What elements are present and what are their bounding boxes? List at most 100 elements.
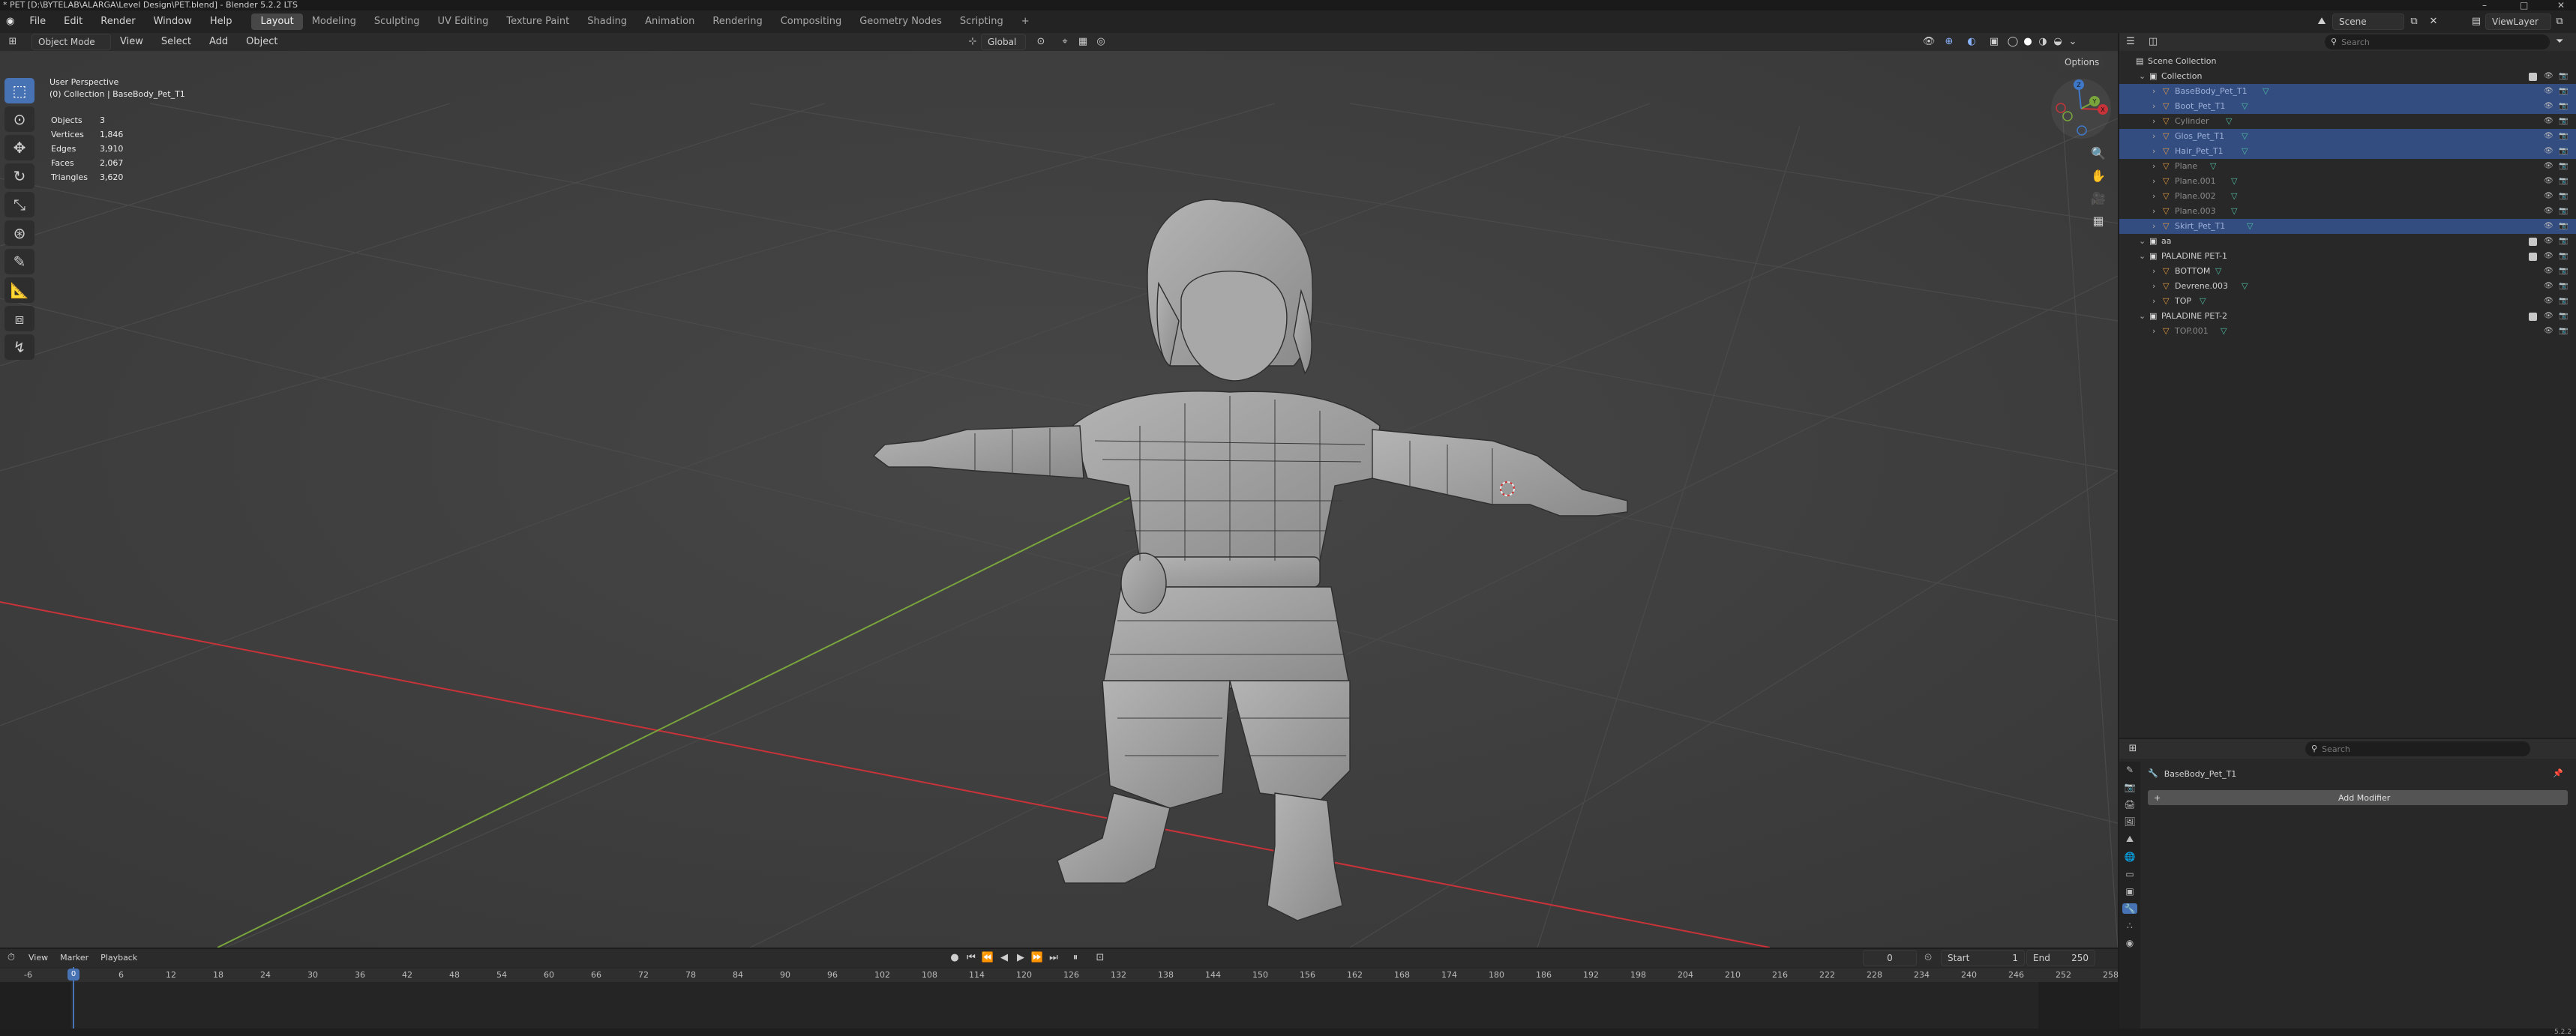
mesh-data-icon[interactable]: ▽ — [2242, 131, 2248, 142]
end-frame-field[interactable]: End 250 — [2026, 950, 2095, 966]
modifier-tab-icon[interactable]: 🔧 — [2122, 903, 2138, 914]
expand-toggle-icon[interactable]: › — [2152, 296, 2155, 307]
outliner-row[interactable]: ⌄ ▣ PALADINE PET-1 👁 📷 — [2119, 249, 2576, 264]
object-tab-icon[interactable]: ▣ — [2125, 886, 2134, 897]
expand-toggle-icon[interactable]: › — [2152, 221, 2155, 232]
rotate-tool[interactable]: ↻ — [4, 163, 34, 189]
blender-logo-icon[interactable]: ◉ — [0, 10, 20, 33]
render-camera-icon[interactable]: 📷 — [2559, 131, 2568, 142]
outliner-row[interactable]: › ▽ Plane.002 ▽ 👁 📷 — [2119, 189, 2576, 204]
render-camera-icon[interactable]: 📷 — [2559, 161, 2568, 172]
visibility-eye-icon[interactable]: 👁 — [2544, 101, 2554, 112]
render-camera-icon[interactable]: 📷 — [2559, 251, 2568, 262]
expand-toggle-icon[interactable]: › — [2152, 266, 2155, 277]
tool-tab-icon[interactable]: ✎ — [2126, 765, 2134, 775]
menu-render[interactable]: Render — [91, 10, 144, 33]
shading-solid-icon[interactable]: ● — [2020, 34, 2035, 50]
play-reverse-icon[interactable]: ◀ — [996, 950, 1012, 966]
render-camera-icon[interactable]: 📷 — [2559, 116, 2568, 127]
mesh-data-icon[interactable]: ▽ — [2231, 206, 2237, 217]
visibility-eye-icon[interactable]: 👁 — [2544, 161, 2554, 172]
visibility-icon[interactable]: 👁 — [1920, 34, 1938, 50]
mesh-data-icon[interactable]: ▽ — [2242, 281, 2248, 292]
render-camera-icon[interactable]: 📷 — [2559, 266, 2568, 277]
visibility-eye-icon[interactable]: 👁 — [2544, 311, 2554, 322]
orientation-dropdown[interactable]: Global — [981, 34, 1026, 50]
render-camera-icon[interactable]: 📷 — [2559, 146, 2568, 157]
scene-tab-icon[interactable]: ⛰ — [2126, 834, 2134, 845]
scene-name[interactable]: Scene — [2332, 13, 2404, 30]
current-frame-field[interactable]: 0 — [1863, 950, 1917, 966]
exclude-checkbox[interactable] — [2529, 253, 2537, 261]
overlay-toggle-icon[interactable]: ◐ — [1960, 34, 1983, 50]
tab-modeling[interactable]: Modeling — [303, 13, 365, 30]
scale-tool[interactable]: ⤡ — [4, 192, 34, 217]
outliner-row[interactable]: › ▽ BOTTOM ▽ 👁 📷 — [2119, 264, 2576, 279]
mesh-data-icon[interactable]: ▽ — [2210, 161, 2216, 172]
visibility-eye-icon[interactable]: 👁 — [2544, 266, 2554, 277]
ortho-grid-icon[interactable]: ▦ — [2088, 210, 2109, 231]
record-icon[interactable]: ● — [946, 950, 963, 966]
view-layer-tab-icon[interactable]: 🖼 — [2124, 816, 2135, 827]
transform-tool[interactable]: ⊛ — [4, 220, 34, 246]
zoom-icon[interactable]: 🔍 — [2088, 142, 2109, 163]
render-camera-icon[interactable]: 📷 — [2559, 206, 2568, 217]
mode-dropdown[interactable]: Object Mode — [31, 34, 111, 50]
mesh-data-icon[interactable]: ▽ — [2247, 221, 2253, 232]
tab-layout[interactable]: Layout — [251, 13, 303, 30]
timeline-menu-playback[interactable]: Playback — [94, 949, 143, 967]
measure-tool[interactable]: 📐 — [4, 277, 34, 303]
visibility-eye-icon[interactable]: 👁 — [2544, 131, 2554, 142]
tab-rendering[interactable]: Rendering — [703, 13, 771, 30]
menu-help[interactable]: Help — [201, 10, 241, 33]
start-frame-field[interactable]: Start 1 — [1941, 950, 2025, 966]
move-tool[interactable]: ✥ — [4, 135, 34, 160]
outliner-row[interactable]: ⌄ ▣ Collection 👁 📷 — [2119, 69, 2576, 84]
viewport-3d[interactable] — [0, 51, 2118, 948]
output-tab-icon[interactable]: 🖨 — [2124, 799, 2135, 810]
timeline-menu-view[interactable]: View — [22, 949, 54, 967]
shading-material-icon[interactable]: ◑ — [2035, 34, 2050, 50]
outliner-editor-icon[interactable]: ☰ — [2119, 34, 2142, 50]
mesh-data-icon[interactable]: ▽ — [2231, 176, 2237, 187]
tab-sculpting[interactable]: Sculpting — [365, 13, 429, 30]
viewport-menu-object[interactable]: Object — [237, 33, 286, 51]
render-tab-icon[interactable]: 📷 — [2125, 782, 2136, 792]
expand-toggle-icon[interactable]: › — [2152, 326, 2155, 337]
menu-window[interactable]: Window — [145, 10, 201, 33]
expand-toggle-icon[interactable]: ⌄ — [2139, 236, 2146, 247]
outliner-row[interactable]: › ▽ BaseBody_Pet_T1 ▽ 👁 📷 — [2119, 84, 2576, 99]
preview-range-icon[interactable]: ⏲ — [1924, 950, 1932, 966]
render-camera-icon[interactable]: 📷 — [2559, 86, 2568, 97]
tab-uv-editing[interactable]: UV Editing — [429, 13, 498, 30]
expand-toggle-icon[interactable]: › — [2152, 176, 2155, 187]
outliner-row[interactable]: › ▽ Skirt_Pet_T1 ▽ 👁 📷 — [2119, 219, 2576, 234]
properties-editor-icon[interactable]: ⊞ — [2119, 741, 2146, 757]
expand-toggle-icon[interactable]: › — [2152, 101, 2155, 112]
xray-icon[interactable]: ▣ — [1983, 34, 2005, 50]
outliner-row[interactable]: ⌄ ▣ aa 👁 📷 — [2119, 234, 2576, 249]
minimize-button[interactable]: – — [2482, 0, 2487, 10]
pin-icon[interactable]: 📌 — [2553, 765, 2563, 782]
render-camera-icon[interactable]: 📷 — [2559, 326, 2568, 337]
frame-ruler[interactable]: -6 0 6 12 18 24 30 36 42 48 54 60 66 72 78 84 90 96 102 108… — [0, 969, 2119, 982]
shading-options-icon[interactable]: ⌄ — [2065, 34, 2080, 50]
navigation-gizmo[interactable]: X Y Z — [2047, 75, 2115, 142]
viewlayer-selector[interactable]: ▤ ViewLayer ⧉ — [2467, 13, 2568, 30]
maximize-button[interactable]: □ — [2520, 0, 2528, 10]
expand-toggle-icon[interactable]: › — [2152, 86, 2155, 97]
play-icon[interactable]: ▶ — [1012, 950, 1029, 966]
visibility-eye-icon[interactable]: 👁 — [2544, 251, 2554, 262]
collection-tab-icon[interactable]: ▭ — [2125, 869, 2134, 879]
expand-toggle-icon[interactable]: › — [2152, 281, 2155, 292]
expand-toggle-icon[interactable]: ⌄ — [2139, 251, 2146, 262]
render-camera-icon[interactable]: 📷 — [2559, 281, 2568, 292]
delete-scene-icon[interactable]: ✕ — [2424, 13, 2443, 30]
mesh-data-icon[interactable]: ▽ — [2231, 191, 2237, 202]
outliner-row[interactable]: › ▽ Hair_Pet_T1 ▽ 👁 📷 — [2119, 144, 2576, 159]
render-camera-icon[interactable]: 📷 — [2559, 101, 2568, 112]
proportional-edit-icon[interactable]: ◎ — [1092, 34, 1110, 50]
visibility-eye-icon[interactable]: 👁 — [2544, 86, 2554, 97]
shading-wireframe-icon[interactable]: ◯ — [2005, 34, 2020, 50]
keying-icon[interactable]: ⏸ — [1062, 950, 1089, 966]
